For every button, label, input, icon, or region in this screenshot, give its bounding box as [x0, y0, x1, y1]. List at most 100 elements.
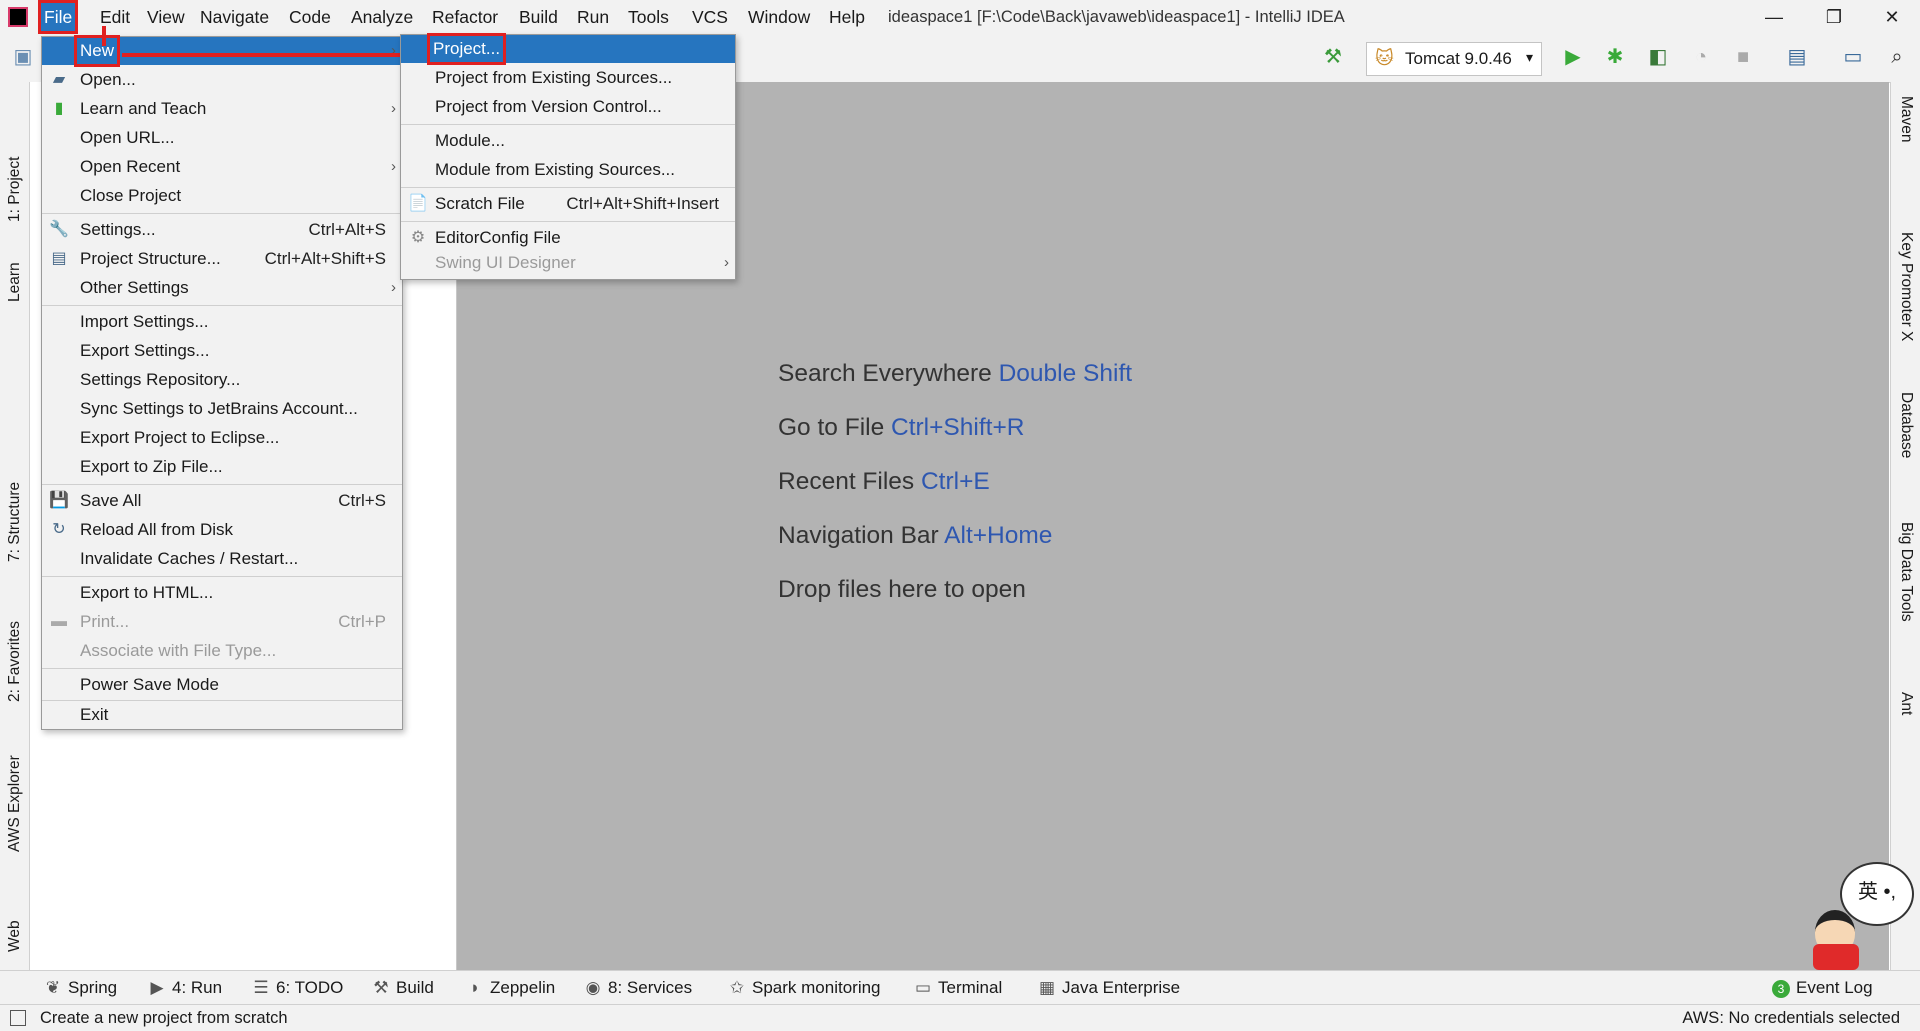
menu-item-settings-repository[interactable]: Settings Repository... — [42, 366, 402, 394]
project-structure-icon[interactable]: ▤ — [1784, 44, 1810, 70]
tab-zeppelin[interactable]: ◗ Zeppelin — [466, 971, 555, 1005]
coverage-icon[interactable]: ◧ — [1645, 44, 1671, 70]
hint-search-everywhere: Search Everywhere Double Shift — [778, 360, 1133, 387]
profile-icon[interactable]: ◔ — [1688, 44, 1714, 70]
stop-icon[interactable]: ■ — [1730, 44, 1756, 70]
hint-recent-files: Recent Files Ctrl+E — [778, 468, 990, 495]
menu-item-learn-and-teach[interactable]: ▮ Learn and Teach › — [42, 95, 402, 123]
close-window-button[interactable]: ✕ — [1864, 0, 1920, 34]
tab-build[interactable]: ⚒ Build — [372, 971, 433, 1005]
aws-status[interactable]: AWS: No credentials selected — [1682, 1005, 1900, 1031]
menu-item-power-save-mode[interactable]: Power Save Mode — [42, 671, 402, 699]
save-icon: 💾 — [49, 492, 69, 509]
menu-window[interactable]: Window — [742, 0, 816, 34]
menu-item-invalidate-caches[interactable]: Invalidate Caches / Restart... — [42, 545, 402, 573]
chevron-right-icon: › — [391, 42, 396, 59]
tab-java-enterprise[interactable]: ▦ Java Enterprise — [1038, 971, 1180, 1005]
run-config-selector[interactable]: 🐱 Tomcat 9.0.46 ▾ — [1366, 42, 1542, 76]
menu-item-project-structure[interactable]: ▤ Project Structure... Ctrl+Alt+Shift+S — [42, 245, 402, 273]
menu-tools[interactable]: Tools — [622, 0, 675, 34]
menu-run[interactable]: Run — [571, 0, 615, 34]
tab-aws-explorer[interactable]: AWS Explorer — [0, 732, 29, 852]
tab-learn[interactable]: Learn — [0, 222, 29, 302]
java-enterprise-icon: ▦ — [1038, 978, 1056, 997]
tab-todo[interactable]: ☰ 6: TODO — [252, 971, 343, 1005]
hint-drop-files: Drop files here to open — [778, 576, 1026, 603]
debug-icon[interactable]: ✱ — [1602, 44, 1628, 70]
menu-help[interactable]: Help — [823, 0, 871, 34]
tab-big-data-tools[interactable]: Big Data Tools — [1892, 522, 1920, 672]
menu-item-save-all[interactable]: 💾 Save All Ctrl+S — [42, 487, 402, 515]
menu-item-export-to-eclipse[interactable]: Export Project to Eclipse... — [42, 424, 402, 452]
menu-item-new[interactable]: New › — [42, 35, 402, 67]
menu-item-new-project[interactable]: Project... — [401, 33, 735, 65]
book-icon: ▮ — [54, 100, 64, 117]
menu-item-open-recent[interactable]: Open Recent › — [42, 153, 402, 181]
tab-terminal[interactable]: ▭ Terminal — [914, 971, 1002, 1005]
tomcat-icon: 🐱 — [1375, 48, 1394, 68]
menu-item-swing-ui-designer: Swing UI Designer › — [401, 249, 735, 277]
tab-spark-monitoring[interactable]: ✩ Spark monitoring — [728, 971, 881, 1005]
annotation-arrow — [122, 53, 422, 57]
spring-icon: ❦ — [45, 978, 61, 997]
new-submenu-dropdown: Project... Project from Existing Sources… — [400, 33, 736, 280]
spark-icon: ✩ — [729, 978, 745, 997]
annotation-arrow-stem — [102, 26, 106, 46]
build-hammer-icon[interactable]: ⚒ — [1320, 44, 1346, 70]
restore-button[interactable]: ❐ — [1806, 0, 1862, 34]
run-icon[interactable]: ▶ — [1560, 44, 1586, 70]
menu-item-print: ▬ Print... Ctrl+P — [42, 608, 402, 636]
menu-item-scratch-file[interactable]: 📄 Scratch File Ctrl+Alt+Shift+Insert — [401, 190, 735, 218]
tab-favorites[interactable]: 2: Favorites — [0, 582, 29, 702]
menu-item-project-from-vcs[interactable]: Project from Version Control... — [401, 93, 735, 121]
menu-item-exit[interactable]: Exit — [42, 701, 402, 729]
menu-vcs[interactable]: VCS — [686, 0, 734, 34]
toggle-tool-windows-icon[interactable] — [10, 1010, 26, 1026]
hint-go-to-file: Go to File Ctrl+Shift+R — [778, 414, 1025, 441]
presentation-icon[interactable]: ▭ — [1840, 44, 1866, 70]
camera-icon[interactable]: ▣ — [10, 44, 36, 70]
menu-refactor[interactable]: Refactor — [426, 0, 504, 34]
tab-spring[interactable]: ❦ Spring — [44, 971, 117, 1005]
menu-item-module-from-sources[interactable]: Module from Existing Sources... — [401, 156, 735, 184]
tab-maven[interactable]: Maven — [1892, 96, 1920, 186]
menu-item-other-settings[interactable]: Other Settings › — [42, 274, 402, 302]
menu-analyze[interactable]: Analyze — [345, 0, 419, 34]
run-config-label: Tomcat 9.0.46 — [1405, 49, 1512, 68]
minimize-button[interactable]: — — [1746, 0, 1802, 34]
menu-item-project-from-sources[interactable]: Project from Existing Sources... — [401, 64, 735, 92]
tab-ant[interactable]: Ant — [1892, 692, 1920, 752]
tab-web[interactable]: Web — [0, 882, 29, 952]
menu-item-export-to-html[interactable]: Export to HTML... — [42, 579, 402, 607]
tab-project[interactable]: 1: Project — [0, 102, 29, 222]
menu-item-module[interactable]: Module... — [401, 127, 735, 155]
menu-edit[interactable]: Edit — [94, 0, 136, 34]
menu-item-close-project[interactable]: Close Project — [42, 182, 402, 210]
menu-item-open[interactable]: ▰ Open... — [42, 66, 402, 94]
search-icon[interactable]: ⌕ — [1884, 44, 1910, 70]
menu-file[interactable]: File — [38, 0, 79, 34]
tab-run[interactable]: ▶ 4: Run — [148, 971, 222, 1005]
project-structure-icon: ▤ — [51, 250, 67, 267]
tab-services[interactable]: ◉ 8: Services — [584, 971, 693, 1005]
menu-item-export-to-zip[interactable]: Export to Zip File... — [42, 453, 402, 481]
menu-navigate[interactable]: Navigate — [194, 0, 275, 34]
intellij-logo-icon — [8, 7, 28, 27]
tab-structure[interactable]: 7: Structure — [0, 442, 29, 562]
tab-database[interactable]: Database — [1892, 392, 1920, 512]
menu-view[interactable]: View — [141, 0, 191, 34]
menu-item-export-settings[interactable]: Export Settings... — [42, 337, 402, 365]
wrench-icon: 🔧 — [49, 221, 69, 238]
menu-code[interactable]: Code — [283, 0, 337, 34]
menu-item-editorconfig[interactable]: ⚙ EditorConfig File — [401, 224, 735, 252]
chevron-right-icon: › — [391, 158, 396, 175]
menu-build[interactable]: Build — [513, 0, 564, 34]
menu-item-import-settings[interactable]: Import Settings... — [42, 308, 402, 336]
menu-item-settings[interactable]: 🔧 Settings... Ctrl+Alt+S — [42, 216, 402, 244]
menu-item-sync-settings[interactable]: Sync Settings to JetBrains Account... — [42, 395, 402, 423]
chevron-right-icon: › — [391, 279, 396, 296]
menu-item-open-url[interactable]: Open URL... — [42, 124, 402, 152]
menu-item-reload-all[interactable]: ↻ Reload All from Disk — [42, 516, 402, 544]
tab-event-log[interactable]: 3 Event Log — [1772, 971, 1873, 1005]
chevron-right-icon: › — [724, 254, 729, 271]
